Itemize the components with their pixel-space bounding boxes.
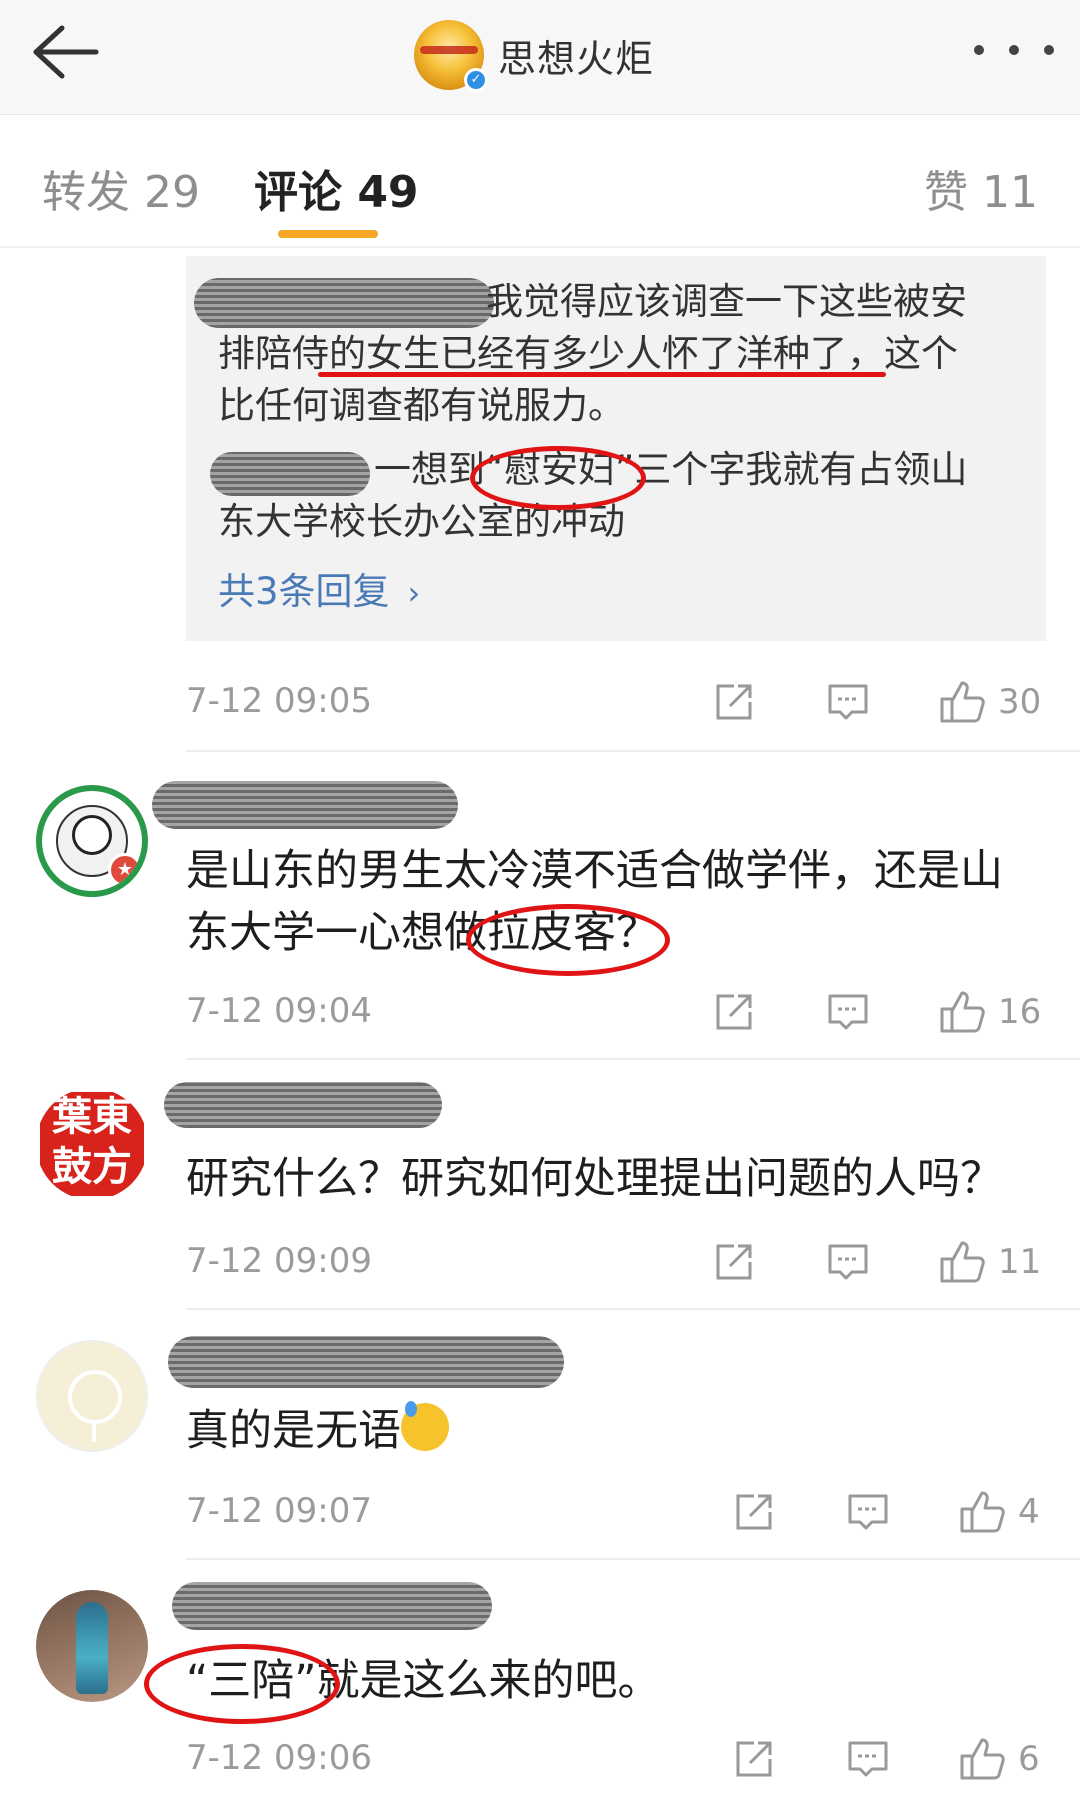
like-button[interactable]: 4 [958, 1487, 1040, 1537]
thumbs-up-icon [940, 991, 985, 1033]
tab-bar: 转发 29 评论 49 赞 11 [0, 116, 1080, 248]
thumbs-up-icon [960, 1738, 1005, 1780]
comment-text: 真的是无语 [186, 1400, 449, 1462]
comment-icon[interactable] [826, 1237, 870, 1287]
page-title: 思想火炬 [498, 36, 655, 81]
user-avatar[interactable] [36, 1340, 148, 1452]
redacted-username [168, 1336, 564, 1388]
tab-likes[interactable]: 赞 11 [924, 156, 1038, 220]
like-count: 11 [998, 1242, 1042, 1282]
like-button[interactable]: 11 [938, 1237, 1041, 1287]
comment-time: 7-12 09:07 [186, 1491, 372, 1531]
comment-meta: 7-12 09:05 30 [0, 673, 1080, 733]
redacted-username [194, 278, 494, 328]
comment-time: 7-12 09:09 [186, 1241, 372, 1281]
like-count: 30 [998, 682, 1042, 722]
tab-reposts[interactable]: 转发 29 [42, 156, 200, 220]
tab-comments[interactable]: 评论 49 [254, 156, 419, 220]
reply-text: 一想到“慰安妇”三个字我就有占领山 [374, 448, 968, 491]
red-circle-annotation [466, 904, 670, 976]
comment-meta: 7-12 09:04 16 [0, 983, 1080, 1043]
seal-avatar-image: 葉東 鼓方 [40, 1092, 144, 1196]
comment-time: 7-12 09:04 [186, 991, 372, 1031]
like-count: 4 [1018, 1492, 1040, 1532]
like-count: 6 [1018, 1739, 1040, 1779]
redacted-username [172, 1582, 492, 1630]
comment-icon[interactable] [846, 1734, 890, 1784]
red-circle-annotation [144, 1644, 340, 1724]
like-button[interactable]: 6 [958, 1734, 1040, 1784]
divider [186, 750, 1080, 752]
redacted-username [210, 452, 370, 496]
more-replies-link[interactable]: 共3条回复 › [218, 566, 420, 619]
chevron-right-icon: › [407, 574, 421, 612]
share-icon[interactable] [712, 987, 756, 1037]
reply-text: 比任何调查都有说服力。 [218, 384, 625, 427]
red-underline-annotation [318, 372, 886, 377]
comment-meta: 7-12 09:06 6 [0, 1730, 1080, 1790]
user-avatar[interactable]: 葉東 鼓方 [36, 1088, 148, 1200]
comment-time: 7-12 09:06 [186, 1738, 372, 1778]
like-button[interactable]: 30 [938, 677, 1041, 727]
comment-time: 7-12 09:05 [186, 681, 372, 721]
comment-line: 研究什么？研究如何处理提出问题的人吗？ [186, 1154, 1003, 1204]
comment-icon[interactable] [826, 987, 870, 1037]
comment-icon[interactable] [826, 677, 870, 727]
comment-meta: 7-12 09:07 4 [0, 1483, 1080, 1543]
divider [186, 1558, 1080, 1560]
account-title[interactable]: ✓ 思想火炬 [414, 10, 654, 100]
thumbs-up-icon [940, 681, 985, 723]
replies-preview[interactable]: 我觉得应该调查一下这些被安 排陪侍的女生已经有多少人怀了洋种了，这个 比任何调查… [186, 256, 1046, 641]
comment-icon[interactable] [846, 1487, 890, 1537]
share-icon[interactable] [732, 1734, 776, 1784]
comment-meta: 7-12 09:09 11 [0, 1233, 1080, 1293]
thumbs-up-icon [940, 1241, 985, 1283]
share-icon[interactable] [712, 1237, 756, 1287]
more-dots-icon[interactable] [974, 30, 1054, 70]
share-icon[interactable] [732, 1487, 776, 1537]
red-circle-annotation [470, 446, 646, 510]
back-arrow-icon[interactable] [24, 22, 104, 82]
user-avatar[interactable] [36, 1590, 148, 1702]
redacted-username [152, 781, 458, 829]
comment-text: 研究什么？研究如何处理提出问题的人吗？ [186, 1148, 1003, 1210]
top-bar: ✓ 思想火炬 [0, 0, 1080, 115]
verified-badge-icon: ✓ [464, 68, 488, 92]
reply-text: 我觉得应该调查一下这些被安 [486, 280, 967, 323]
like-count: 16 [998, 992, 1042, 1032]
account-avatar[interactable]: ✓ [414, 20, 488, 92]
like-button[interactable]: 16 [938, 987, 1041, 1037]
comment-line: 真的是无语 [186, 1406, 401, 1456]
sweat-emoji-icon [401, 1401, 449, 1451]
thumbs-up-icon [960, 1491, 1005, 1533]
redacted-username [164, 1082, 442, 1128]
more-replies-label: 共3条回复 [218, 570, 390, 613]
comment-line: 是山东的男生太冷漠不适合做学伴，还是山 [186, 846, 1003, 896]
divider [186, 1308, 1080, 1310]
divider [186, 1058, 1080, 1060]
share-icon[interactable] [712, 677, 756, 727]
user-avatar[interactable]: ★ [36, 785, 148, 897]
active-tab-indicator [278, 230, 378, 238]
star-badge-icon: ★ [108, 853, 142, 887]
